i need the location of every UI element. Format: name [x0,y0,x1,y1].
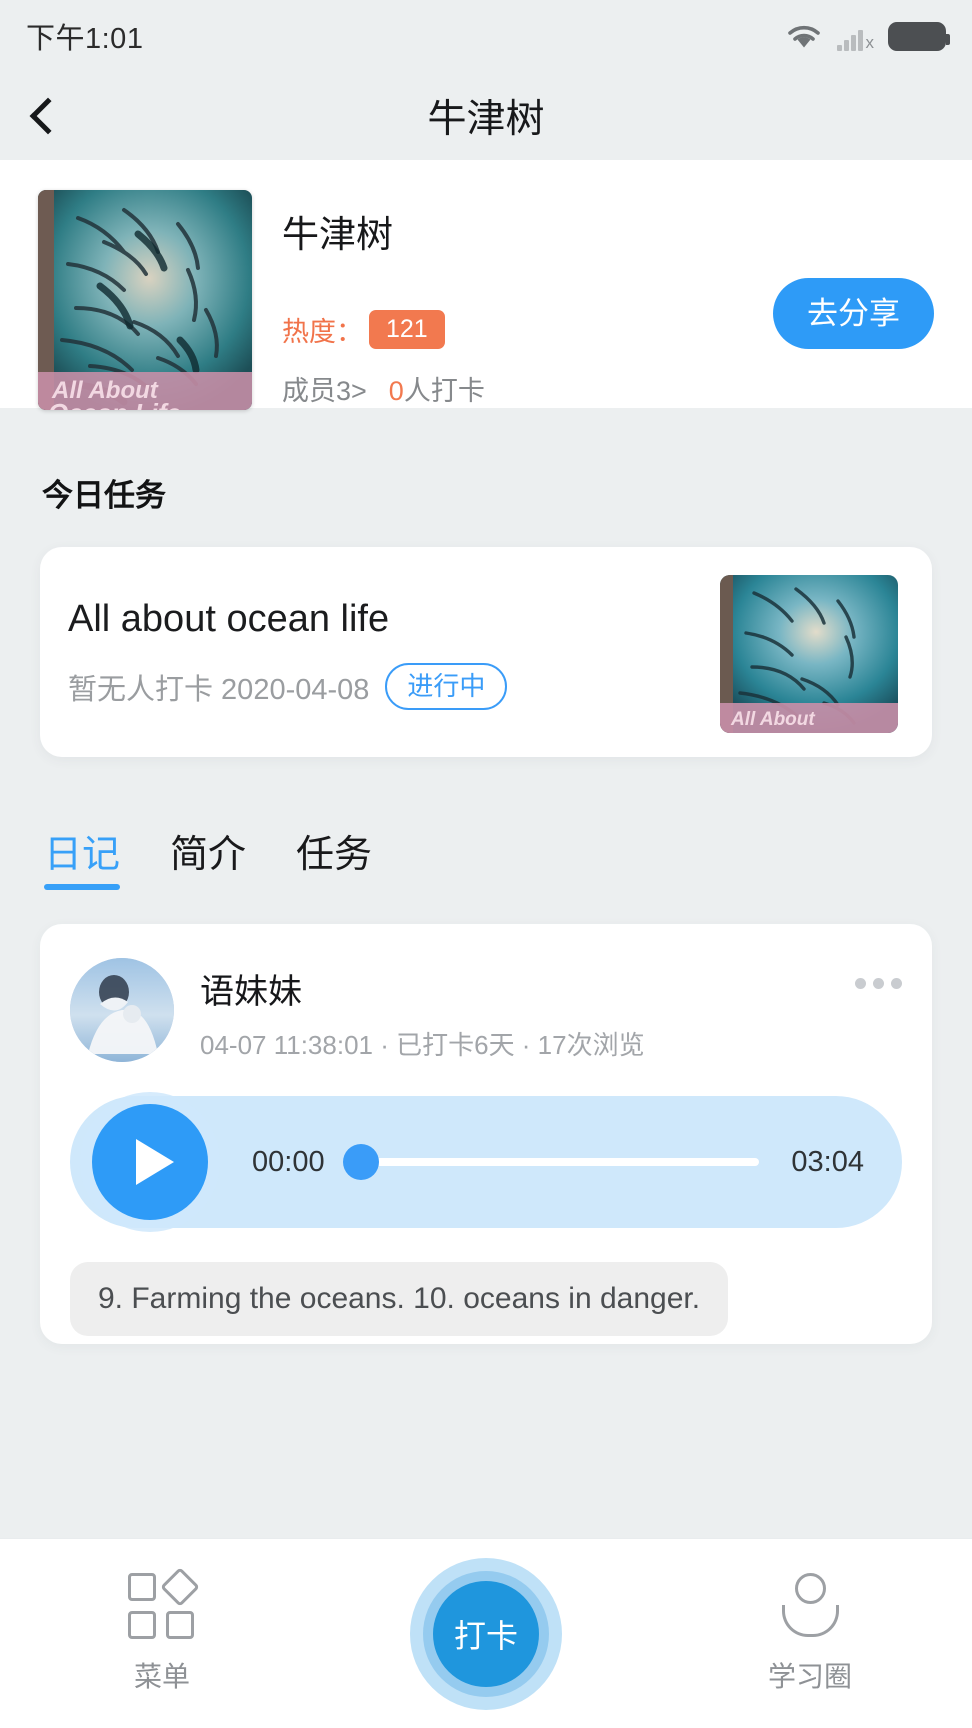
post-author-name: 语妹妹 [200,973,302,1011]
task-meta-text: 暂无人打卡 2020-04-08 [68,673,370,706]
nav-item-study-circle[interactable]: 学习圈 [710,1572,910,1695]
back-chevron-icon [29,97,67,135]
task-status-badge: 进行中 [385,663,508,710]
nav-header: 牛津树 [0,72,972,160]
heat-badge: 121 [369,310,445,349]
course-title: 牛津树 [282,214,393,255]
svg-text:All About: All About [730,709,815,730]
tab-diary[interactable]: 日记 [44,823,121,890]
audio-player: 00:00 03:04 [70,1096,902,1228]
checkin-count-value: 0 [388,376,404,406]
course-info: 牛津树 热度： 121 成员3> 0人打卡 去分享 [282,190,934,410]
checkin-button[interactable]: 打卡 [433,1580,539,1687]
back-button[interactable] [0,72,90,160]
post-meta: 04-07 11:38:01 · 已打卡6天 · 17次浏览 [200,1030,645,1060]
post-author-block: 语妹妹 04-07 11:38:01 · 已打卡6天 · 17次浏览 [200,958,829,1062]
signal-x-label: x [865,33,875,52]
share-button[interactable]: 去分享 [773,278,934,349]
task-thumb-artwork: All About [720,575,898,733]
app-screen: 下午1:01 x 牛津树 All About 牛津树 热度： 121 成员3> … [0,0,972,1728]
course-header-card: All About Ocean Life 牛津树 热度： 121 成员3> 0人… [0,160,972,410]
signal-bars-icon: x [836,30,875,52]
nav-item-menu[interactable]: 菜单 [62,1566,262,1695]
grid-icon [128,1566,200,1639]
post-transcript: 9. Farming the oceans. 10. oceans in dan… [70,1262,729,1336]
nav-label-study-circle: 学习圈 [767,1660,852,1692]
post-header: 语妹妹 04-07 11:38:01 · 已打卡6天 · 17次浏览 [70,958,902,1062]
diary-post-card: 语妹妹 04-07 11:38:01 · 已打卡6天 · 17次浏览 00:00… [40,924,932,1344]
svg-text:Ocean Life: Ocean Life [48,398,181,410]
nav-item-checkin[interactable]: 打卡 [386,1557,586,1710]
play-icon [136,1139,174,1185]
members-row: 成员3> 0人打卡 [282,369,485,408]
section-title-today-task: 今日任务 [42,478,166,513]
cover-artwork: All About Ocean Life [38,190,252,410]
task-text-block: All about ocean life 暂无人打卡 2020-04-08 进行… [68,598,720,710]
tab-intro[interactable]: 简介 [170,823,246,890]
audio-total-time: 03:04 [791,1145,864,1178]
content-tabs: 日记 简介 任务 [44,823,932,890]
audio-progress-slider[interactable] [342,1144,760,1180]
heat-label: 热度： [282,317,363,347]
audio-current-time: 00:00 [252,1145,325,1178]
play-button[interactable] [92,1104,208,1220]
today-task-section: 今日任务 All about ocean life 暂无人打卡 2020-04-… [0,470,972,1344]
checkin-ring-middle: 打卡 [423,1570,549,1697]
avatar[interactable] [70,958,174,1062]
tab-tasks[interactable]: 任务 [296,823,372,890]
checkin-count-suffix: 人打卡 [403,376,485,406]
checkin-count-text: 0人打卡 [389,369,485,408]
task-title: All about ocean life [68,598,390,641]
battery-icon [888,22,950,51]
audio-progress-thumb[interactable] [342,1144,379,1180]
today-task-card[interactable]: All about ocean life 暂无人打卡 2020-04-08 进行… [40,547,932,757]
page-title: 牛津树 [427,98,545,141]
status-icons: x [785,21,950,52]
bottom-navigation: 菜单 打卡 学习圈 [0,1538,972,1728]
status-bar: 下午1:01 x [0,0,972,72]
task-meta-row: 暂无人打卡 2020-04-08 进行中 [68,663,704,710]
course-cover-image[interactable]: All About Ocean Life [38,190,252,410]
more-dots-icon[interactable] [855,958,902,989]
status-time: 下午1:01 [26,23,144,55]
members-link[interactable]: 成员3> [282,369,367,408]
avatar-image [70,958,174,1062]
wifi-icon [787,25,820,48]
nav-label-menu: 菜单 [133,1660,190,1692]
checkin-ring-outer: 打卡 [410,1557,562,1710]
person-icon [776,1572,844,1639]
task-thumbnail[interactable]: All About [720,575,898,733]
